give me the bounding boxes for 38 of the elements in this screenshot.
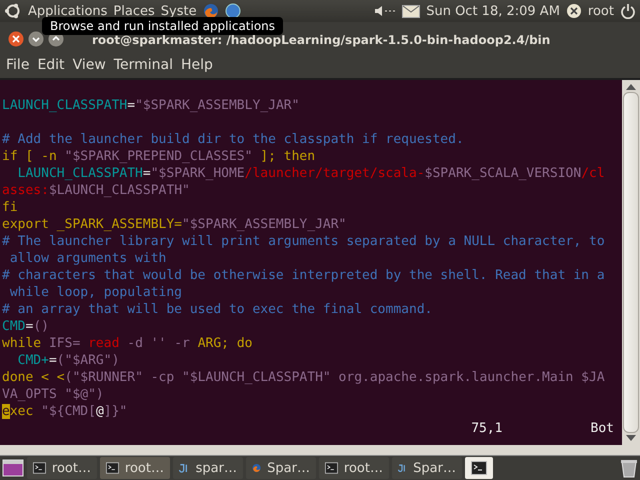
code-line: # Add the launcher build dir to the classpath if requested. [2,132,464,147]
menu-item[interactable]: Terminal [110,57,177,73]
code-line: # characters that would be otherwise interpreted by the shell. Read that in a [2,268,605,283]
code-line: VA_OPTS "$@") [2,387,104,402]
window-title: root@sparkmaster: /hadoopLearning/spark-1.5.0-bin-hadoop2.4/bin [92,33,550,47]
menu-item[interactable]: File [2,57,34,73]
code-line: allow arguments with [8,251,166,266]
code-line: while IFS= read -d '' -r ARG; do [2,336,252,351]
menu-item[interactable]: Help [176,57,217,73]
panel-menu[interactable]: Syste [160,4,197,18]
taskbar-button[interactable]: root… [100,457,170,479]
code-line: LAUNCH_CLASSPATH="$SPARK_ASSEMBLY_JAR" [2,98,300,113]
taskbar-button[interactable]: root… [319,457,389,479]
code-line: CMD+=("$ARG") [16,353,120,368]
code-line: export _SPARK_ASSEMBLY="$SPARK_ASSEMBLY_JAR" [2,217,346,232]
code-line: asses:$LAUNCH_CLASSPATH" [2,183,190,198]
clock[interactable]: Sun Oct 18, 2:09 AM [426,4,560,18]
user-name[interactable]: root [588,4,614,18]
taskbar-button[interactable]: Spar… [392,457,462,479]
menu-item[interactable]: View [68,57,110,73]
tooltip: Browse and run installed applications [42,17,284,35]
scroll-position: Bot [590,420,614,437]
taskbar-button[interactable]: Spar… [246,457,316,479]
panel-menu[interactable]: Applications [28,4,108,18]
code-line: # an array that will be used to exec the final command. [2,302,432,317]
code-line: if [ -n "$SPARK_PREPEND_CLASSES" ]; then [2,149,316,164]
code-line: # The launcher library will print arguments separated by a NULL character, to [2,234,605,249]
code-line: CMD=() [2,319,49,334]
panel-menu[interactable]: Places [113,4,155,18]
menu-item[interactable]: Edit [33,57,69,73]
code-line: LAUNCH_CLASSPATH="$SPARK_HOME/launcher/target/scala-$SPARK_SCALA_VERSION/cl [16,166,605,181]
code-line: done < <("$RUNNER" -cp "$LAUNCH_CLASSPATH" org.apache.spark.launcher.Main $JA [2,370,605,385]
taskbar-button[interactable]: root… [27,457,97,479]
cursor-position: 75,1 [471,420,503,437]
taskbar-button[interactable]: spar… [173,457,243,479]
code-line: while loop, populating [8,285,182,300]
code-line: exec "${CMD[@]}" [2,404,128,419]
code-line: fi [2,200,18,215]
